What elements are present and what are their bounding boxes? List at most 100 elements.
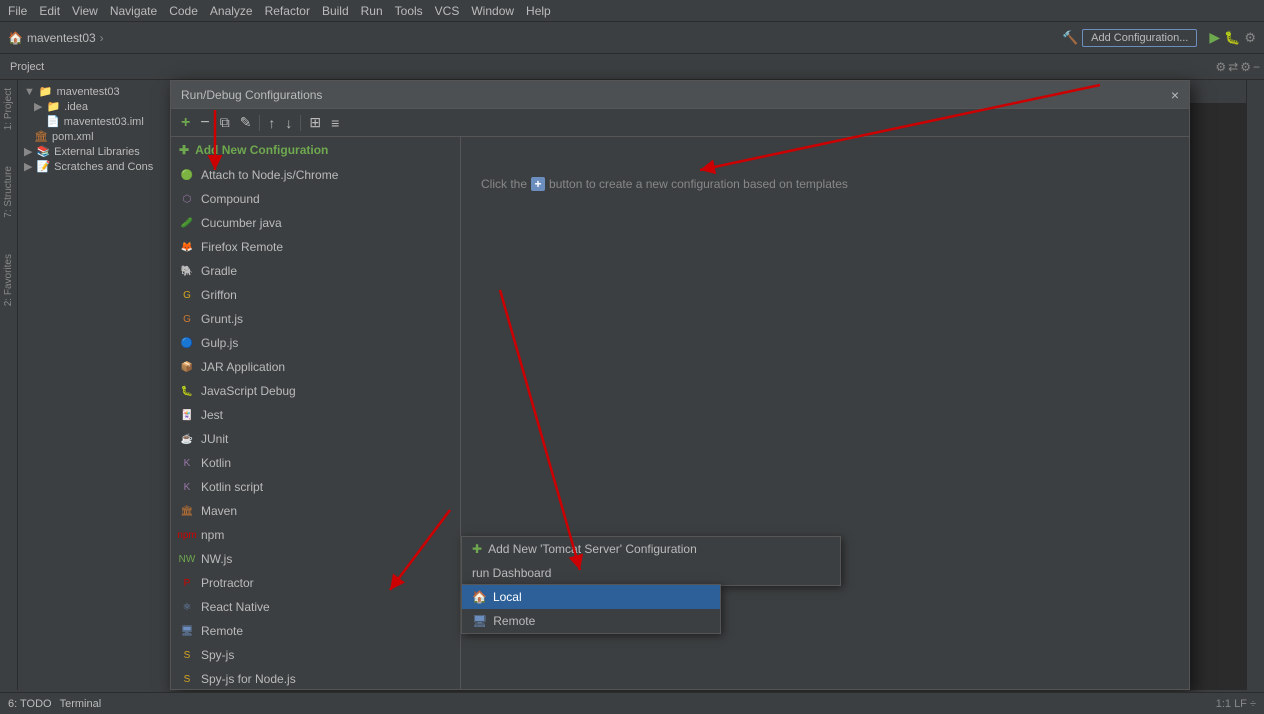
bottom-bar: 6: TODO Terminal 1:1 LF ÷ (0, 692, 1264, 714)
kotlin-icon: K (179, 455, 195, 471)
dialog-toolbar: + − ⧉ ✎ ↑ ↓ ⊞ ≡ (171, 109, 1189, 137)
menu-help[interactable]: Help (526, 4, 551, 18)
sync-icon[interactable]: ⇄ (1228, 60, 1238, 74)
config-jar[interactable]: 📦 JAR Application (171, 355, 460, 379)
structure-tab[interactable]: 7: Structure (1, 158, 16, 226)
kotlin-script-label: Kotlin script (201, 480, 263, 494)
config-gulpjs[interactable]: 🔵 Gulp.js (171, 331, 460, 355)
project-title-bracket: › (100, 31, 104, 45)
config-junit[interactable]: ☕ JUnit (171, 427, 460, 451)
secondary-toolbar: Project ⚙ ⇄ ⚙ − (0, 54, 1264, 80)
project-tab[interactable]: 1: Project (1, 80, 16, 138)
menu-analyze[interactable]: Analyze (210, 4, 253, 18)
lib-icon: 📚 (36, 145, 50, 158)
favorites-tab[interactable]: 2: Favorites (1, 246, 16, 314)
cucumber-icon: 🥒 (179, 215, 195, 231)
remote-sub-label: Remote (493, 614, 535, 628)
expand-icon: ▶ (24, 160, 32, 173)
menu-run[interactable]: Run (361, 4, 383, 18)
config-gruntjs[interactable]: G Grunt.js (171, 307, 460, 331)
jsdebug-label: JavaScript Debug (201, 384, 296, 398)
remote-sub-icon: 🖥 (472, 614, 487, 628)
gradle-icon: 🐘 (179, 263, 195, 279)
toolbar-separator2 (300, 115, 301, 131)
tree-root[interactable]: ▼ 📁 maventest03 (22, 84, 168, 99)
dialog-close-button[interactable]: × (1171, 87, 1179, 103)
dialog-title: Run/Debug Configurations (181, 88, 322, 102)
jest-label: Jest (201, 408, 223, 422)
protractor-label: Protractor (201, 576, 254, 590)
config-hint: Click the + button to create a new confi… (481, 177, 848, 191)
config-compound[interactable]: ⬡ Compound (171, 187, 460, 211)
settings-icon[interactable]: ⚙ (1215, 60, 1226, 74)
submenu-add-config[interactable]: ✚ Add New 'Tomcat Server' Configuration (462, 537, 840, 561)
edit-config-btn[interactable]: ✎ (236, 112, 256, 133)
menu-tools[interactable]: Tools (395, 4, 423, 18)
compound-label: Compound (201, 192, 260, 206)
idea-label: .idea (64, 101, 88, 113)
todo-tab[interactable]: 6: TODO (8, 698, 52, 710)
file-icon: 📄 (46, 115, 60, 128)
add-config-toolbar-btn[interactable]: + (177, 112, 194, 134)
project-panel: ▼ 📁 maventest03 ▶ 📁 .idea 📄 maventest03.… (18, 80, 173, 690)
tree-iml[interactable]: 📄 maventest03.iml (22, 114, 168, 129)
hint-plus-icon: + (531, 177, 545, 191)
config-griffon[interactable]: G Griffon (171, 283, 460, 307)
move-down-btn[interactable]: ↓ (281, 113, 296, 133)
project-view-btn[interactable]: Project (4, 59, 50, 75)
config-jest[interactable]: 🃏 Jest (171, 403, 460, 427)
config-jsdebug[interactable]: 🐛 JavaScript Debug (171, 379, 460, 403)
config-react-native[interactable]: ⚛ React Native (171, 595, 460, 619)
tree-ext-libs[interactable]: ▶ 📚 External Libraries (22, 144, 168, 159)
submenu-add-icon: ✚ (472, 542, 482, 556)
menu-build[interactable]: Build (322, 4, 349, 18)
debug-button[interactable]: 🐛 (1224, 30, 1240, 46)
config-kotlin-script[interactable]: K Kotlin script (171, 475, 460, 499)
sub-submenu-remote[interactable]: 🖥 Remote (462, 609, 720, 633)
submenu-run-dashboard[interactable]: run Dashboard (462, 561, 840, 585)
add-new-config-item[interactable]: ✚ Add New Configuration (171, 137, 460, 163)
move-up-btn[interactable]: ↑ (264, 113, 279, 133)
menu-view[interactable]: View (72, 4, 98, 18)
config-spyjs[interactable]: S Spy-js (171, 643, 460, 667)
npm-label: npm (201, 528, 224, 542)
config-spyjs-node[interactable]: S Spy-js for Node.js (171, 667, 460, 689)
compound-icon: ⬡ (179, 191, 195, 207)
attach-node-label: Attach to Node.js/Chrome (201, 168, 338, 182)
menu-navigate[interactable]: Navigate (110, 4, 157, 18)
copy-config-btn[interactable]: ⧉ (216, 112, 234, 133)
menu-refactor[interactable]: Refactor (265, 4, 310, 18)
config-nwjs[interactable]: NW NW.js (171, 547, 460, 571)
minus-icon[interactable]: − (1253, 60, 1260, 74)
maven-icon: 🏛 (179, 503, 195, 519)
sub-submenu-local[interactable]: 🏠 Local (462, 585, 720, 609)
settings-button[interactable]: ⚙ (1244, 30, 1256, 46)
remove-config-btn[interactable]: − (196, 112, 213, 134)
run-dashboard-label: run Dashboard (472, 566, 551, 580)
config-protractor[interactable]: P Protractor (171, 571, 460, 595)
config-cucumber[interactable]: 🥒 Cucumber java (171, 211, 460, 235)
terminal-tab[interactable]: Terminal (60, 698, 102, 710)
config-npm[interactable]: npm npm (171, 523, 460, 547)
tree-pom[interactable]: 🏛 pom.xml (22, 129, 168, 144)
sort-btn[interactable]: ⊞ (305, 112, 325, 133)
tree-scratches[interactable]: ▶ 📝 Scratches and Cons (22, 159, 168, 174)
config-kotlin[interactable]: K Kotlin (171, 451, 460, 475)
config-maven[interactable]: 🏛 Maven (171, 499, 460, 523)
config-firefox[interactable]: 🦊 Firefox Remote (171, 235, 460, 259)
menu-code[interactable]: Code (169, 4, 198, 18)
config-gradle[interactable]: 🐘 Gradle (171, 259, 460, 283)
menu-window[interactable]: Window (471, 4, 514, 18)
run-button[interactable]: ▶ (1209, 29, 1220, 46)
nwjs-icon: NW (179, 551, 195, 567)
filter-btn[interactable]: ≡ (327, 113, 343, 133)
menu-vcs[interactable]: VCS (435, 4, 460, 18)
menu-file[interactable]: File (8, 4, 27, 18)
tree-idea[interactable]: ▶ 📁 .idea (22, 99, 168, 114)
gear-icon[interactable]: ⚙ (1240, 60, 1251, 74)
add-configuration-button[interactable]: Add Configuration... (1082, 29, 1197, 47)
menu-edit[interactable]: Edit (39, 4, 60, 18)
config-attach-node[interactable]: 🟢 Attach to Node.js/Chrome (171, 163, 460, 187)
config-remote[interactable]: 🖥 Remote (171, 619, 460, 643)
nwjs-label: NW.js (201, 552, 232, 566)
